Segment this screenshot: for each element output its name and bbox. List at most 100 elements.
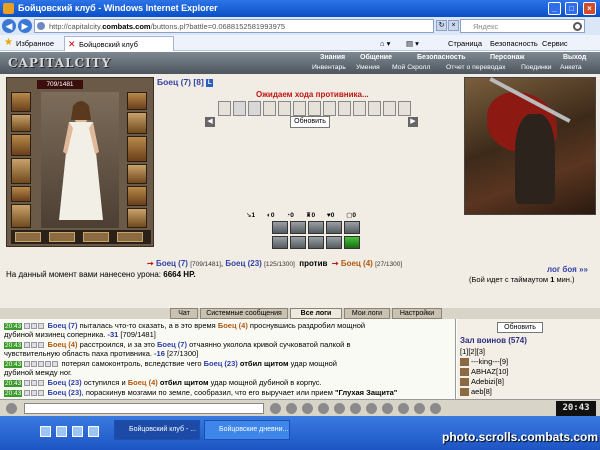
safety-menu[interactable]: Безопасность [490,39,538,48]
menu-battles[interactable]: Поединки [521,64,552,71]
close-button[interactable]: × [583,2,596,15]
battle-log-link[interactable]: лог боя »» [547,265,588,274]
taskbar-window[interactable]: Бойцовский клуб - ... [114,420,200,440]
history-icon[interactable] [414,403,425,414]
warrior-item[interactable]: ---king---[9] [460,357,508,367]
scroll-slot[interactable] [218,101,231,116]
feeds-icon[interactable]: ▤ ▾ [406,39,419,48]
equip-slot-shield[interactable] [127,136,147,162]
equip-slot-rings[interactable] [127,164,147,184]
forward-icon[interactable]: ▶ [18,19,32,33]
skill-icon[interactable] [326,221,342,234]
menu-character[interactable]: Персонаж [490,54,524,61]
scroll-slot[interactable] [323,101,336,116]
menu-communication[interactable]: Общение [360,54,392,61]
refresh-chat-icon[interactable] [350,403,361,414]
menu-profile[interactable]: Анкета [560,64,582,71]
url-field[interactable]: http://capitalcity.combats.com/buttons.p… [34,19,434,33]
menu-knowledge[interactable]: Знания [320,54,345,61]
media-icon[interactable] [72,426,83,437]
favorites-label[interactable]: Избранное [16,39,54,48]
log-name[interactable]: Боец (23) [47,378,81,387]
tab-settings[interactable]: Настройки [392,308,442,319]
log-name[interactable]: Боец (4) [218,321,248,330]
skill-icon[interactable] [308,236,324,249]
scroll-slot[interactable] [233,101,246,116]
clear-chat-icon[interactable] [334,403,345,414]
equip-slot-helmet[interactable] [11,92,31,112]
skill-icon[interactable] [272,236,288,249]
equip-slot-earrings[interactable] [11,114,31,132]
menu-security[interactable]: Безопасность [417,54,466,61]
scroll-slot[interactable] [278,101,291,116]
scroll-slot[interactable] [338,101,351,116]
favorites-star-icon[interactable]: ★ [4,38,13,48]
menu-exit[interactable]: Выход [563,54,586,61]
stat-slot-1[interactable] [15,232,41,242]
scroll-slot[interactable] [368,101,381,116]
scroll-slot[interactable] [383,101,396,116]
enemy-info-badge[interactable]: L [206,78,214,87]
log-name[interactable]: Боец (4) [47,340,77,349]
skill-icon[interactable] [272,221,288,234]
log-name[interactable]: Боец (7) [157,340,187,349]
tab-all-logs[interactable]: Все логи [290,308,342,319]
refresh-icon[interactable]: ↻ [436,20,447,31]
skill-icon[interactable] [326,236,342,249]
private-icon[interactable] [382,403,393,414]
maximize-button[interactable]: □ [565,2,578,15]
stat-slot-3[interactable] [83,232,109,242]
back-icon[interactable]: ◀ [2,19,16,33]
menu-inventory[interactable]: Инвентарь [312,64,346,71]
stat-slot-2[interactable] [49,232,75,242]
skill-icon[interactable] [344,221,360,234]
tools-menu[interactable]: Сервис [542,39,568,48]
translit-icon[interactable] [302,403,313,414]
warriors-pagination[interactable]: [1][2][3] [460,347,485,356]
equip-slot-gloves[interactable] [127,112,147,134]
chat-clear-icon[interactable] [6,403,17,414]
equip-slot-belt[interactable] [11,186,31,202]
log-name[interactable]: Боец (23) [204,359,238,368]
participant-1-name[interactable]: Боец (7) [156,259,188,268]
chat-input[interactable] [24,403,264,414]
minimize-button[interactable]: _ [548,2,561,15]
active-skill-icon[interactable] [344,236,360,249]
skill-icon[interactable] [290,236,306,249]
log-name[interactable]: Боец (4) [128,378,158,387]
equip-slot-leggings[interactable] [127,186,147,206]
stop-icon[interactable]: × [448,20,459,31]
exit-chat-icon[interactable] [430,403,441,414]
search-input[interactable]: Яндекс [460,19,585,33]
sound-icon[interactable] [366,403,377,414]
log-name[interactable]: Боец (7) [47,321,77,330]
send-icon[interactable] [270,403,281,414]
taskbar-window[interactable]: Бойцовские дневни... [204,420,290,440]
refresh-button[interactable]: Обновить [290,116,330,128]
menu-transfer-report[interactable]: Отчет о переводах [446,64,506,71]
warrior-item[interactable]: aeb[8] [460,387,492,397]
scroll-slot[interactable] [398,101,411,116]
scroll-slot[interactable] [248,101,261,116]
settings-icon[interactable] [398,403,409,414]
tab-my-logs[interactable]: Мои логи [344,308,390,319]
skill-icon[interactable] [308,221,324,234]
equip-slot-bracers[interactable] [127,92,147,110]
warrior-item[interactable]: Adebizi[8] [460,377,504,387]
desktop-icon[interactable] [40,426,51,437]
scroll-left-icon[interactable]: ◀ [205,117,215,127]
participant-2-name[interactable]: Боец (23) [225,259,261,268]
stat-slot-4[interactable] [117,232,143,242]
tab-chat[interactable]: Чат [170,308,198,319]
scroll-slot[interactable] [263,101,276,116]
skill-icon[interactable] [290,221,306,234]
equip-slot-armor[interactable] [11,158,31,184]
participant-3-name[interactable]: Боец (4) [341,259,373,268]
equip-slot-pocket[interactable] [11,204,31,228]
tab-system[interactable]: Системные сообщения [200,308,288,319]
home-icon[interactable]: ⌂ ▾ [380,39,390,48]
smiles-icon[interactable] [286,403,297,414]
ie-launch-icon[interactable] [56,426,67,437]
menu-skills[interactable]: Умения [356,64,380,71]
page-menu[interactable]: Страница [448,39,482,48]
